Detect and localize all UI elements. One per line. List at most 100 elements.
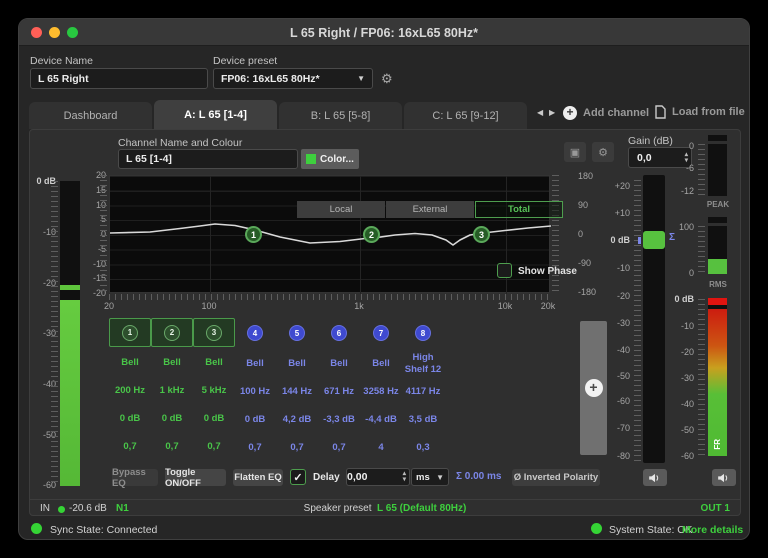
inverted-polarity-button[interactable]: Ø Inverted Polarity bbox=[512, 469, 600, 486]
eq-band-column-2[interactable]: 2 Bell 1 kHz 0 dB 0,7 bbox=[151, 318, 193, 460]
mode-total-button[interactable]: Total bbox=[475, 201, 563, 218]
channel-mute-button[interactable] bbox=[643, 469, 667, 486]
bypass-eq-button[interactable]: Bypass EQ bbox=[112, 469, 158, 486]
preset-gear-icon[interactable]: ⚙ bbox=[381, 71, 393, 87]
fader-sigma-label: Σ bbox=[669, 232, 675, 243]
eq-band-column-8[interactable]: 8 High Shelf 12 4117 Hz 3,5 dB 0,3 bbox=[400, 318, 446, 461]
band-frequency: 671 Hz bbox=[324, 377, 354, 405]
tab-channel-b[interactable]: B: L 65 [5-8] bbox=[279, 102, 402, 129]
out-tick: -20 bbox=[670, 347, 694, 357]
eq-marker-3[interactable]: 3 bbox=[473, 226, 490, 243]
footer-bar: Sync State: Connected System State: OK M… bbox=[19, 517, 749, 540]
input-meter-bar bbox=[60, 300, 80, 486]
add-band-button[interactable]: + bbox=[585, 379, 603, 397]
eq-band-column-4[interactable]: 4 Bell 100 Hz 0 dB 0,7 bbox=[234, 318, 276, 461]
more-details-link[interactable]: More details bbox=[682, 524, 743, 536]
graph-x-ruler bbox=[109, 294, 550, 300]
device-preset-label: Device preset bbox=[213, 55, 277, 67]
eq-marker-2[interactable]: 2 bbox=[363, 226, 380, 243]
rms-tick: 100 bbox=[670, 222, 694, 232]
delay-stepper-icons[interactable]: ▴▾ bbox=[400, 471, 409, 483]
band-gain: 0 dB bbox=[162, 404, 183, 432]
graph-x-tick: 100 bbox=[198, 301, 220, 311]
graph-left-ruler bbox=[100, 175, 107, 293]
tab-channel-a[interactable]: A: L 65 [1-4] bbox=[154, 100, 277, 130]
band-gain: 4,2 dB bbox=[283, 405, 312, 433]
band-q: 0,7 bbox=[165, 432, 178, 460]
load-from-file-button[interactable]: Load from file bbox=[655, 105, 745, 119]
title-bar: L 65 Right / FP06: 16xL65 80Hz* bbox=[19, 19, 749, 46]
left-meter-ruler bbox=[51, 181, 58, 486]
phase-tick: -180 bbox=[578, 287, 602, 297]
device-name-label: Device Name bbox=[30, 55, 93, 67]
output-fader-track[interactable] bbox=[643, 175, 665, 463]
add-band-track[interactable]: + bbox=[580, 321, 607, 455]
peak-label: PEAK bbox=[696, 200, 740, 209]
fader-tick: -10 bbox=[602, 263, 630, 273]
peak-tick: -12 bbox=[674, 186, 694, 196]
band-number: 1 bbox=[122, 325, 138, 341]
tab-scroll-right-icon[interactable]: ▶ bbox=[549, 108, 555, 117]
fader-tick: -20 bbox=[602, 291, 630, 301]
add-channel-button[interactable]: + Add channel bbox=[563, 106, 649, 120]
band-frequency: 3258 Hz bbox=[363, 377, 398, 405]
rms-cap bbox=[708, 217, 727, 223]
tab-dashboard[interactable]: Dashboard bbox=[29, 102, 152, 129]
delay-checkbox[interactable]: ✓ bbox=[290, 469, 306, 485]
rms-label: RMS bbox=[696, 280, 740, 289]
device-preset-value: FP06: 16xL65 80Hz* bbox=[221, 73, 320, 85]
peak-meter bbox=[708, 144, 727, 196]
gain-value: 0,0 bbox=[637, 152, 652, 164]
band-type: High Shelf 12 bbox=[400, 350, 446, 377]
output-fader-handle[interactable] bbox=[643, 231, 665, 249]
copy-icon: ▣ bbox=[570, 146, 580, 159]
channel-name-input[interactable] bbox=[118, 149, 298, 169]
band-frequency: 144 Hz bbox=[282, 377, 312, 405]
color-button[interactable]: Color... bbox=[301, 149, 359, 169]
band-q: 0,7 bbox=[290, 433, 303, 461]
band-q: 0,3 bbox=[416, 433, 429, 461]
fader-tick: +10 bbox=[602, 208, 630, 218]
delay-spinner[interactable]: 0,00 ▴▾ bbox=[346, 468, 410, 486]
tab-scroll-left-icon[interactable]: ◀ bbox=[537, 108, 543, 117]
eq-marker-1[interactable]: 1 bbox=[245, 226, 262, 243]
band-type: Bell bbox=[246, 350, 263, 377]
eq-band-column-3[interactable]: 3 Bell 5 kHz 0 dB 0,7 bbox=[193, 318, 235, 460]
mode-local-button[interactable]: Local bbox=[297, 201, 385, 218]
speaker-icon bbox=[648, 473, 662, 483]
window-title: L 65 Right / FP06: 16xL65 80Hz* bbox=[19, 26, 749, 40]
fader-tick: -30 bbox=[602, 318, 630, 328]
flatten-eq-button[interactable]: Flatten EQ bbox=[233, 469, 283, 486]
tab-channel-c[interactable]: C: L 65 [9-12] bbox=[404, 102, 527, 129]
copy-settings-button[interactable]: ▣ bbox=[564, 142, 586, 162]
show-phase-checkbox[interactable] bbox=[497, 263, 512, 278]
toggle-on-off-button[interactable]: Toggle ON/OFF bbox=[165, 469, 226, 486]
eq-band-column-7[interactable]: 7 Bell 3258 Hz -4,4 dB 4 bbox=[360, 318, 402, 461]
band-number: 8 bbox=[415, 325, 431, 341]
delay-unit-value: ms bbox=[416, 472, 430, 483]
band-number: 4 bbox=[247, 325, 263, 341]
band-q: 0,7 bbox=[332, 433, 345, 461]
app-window: L 65 Right / FP06: 16xL65 80Hz* Device N… bbox=[18, 18, 750, 540]
delay-label: Delay bbox=[313, 472, 340, 483]
output-mute-button[interactable] bbox=[712, 469, 736, 486]
channel-status-row: IN -20.6 dB N1 Speaker preset L 65 (Defa… bbox=[30, 499, 740, 516]
band-type: Bell bbox=[288, 350, 305, 377]
band-number: 3 bbox=[206, 325, 222, 341]
channel-settings-button[interactable]: ⚙ bbox=[592, 142, 614, 162]
eq-band-column-1[interactable]: 1 Bell 200 Hz 0 dB 0,7 bbox=[109, 318, 151, 460]
rms-ruler bbox=[698, 226, 705, 274]
device-preset-select[interactable]: FP06: 16xL65 80Hz* ▼ bbox=[213, 68, 373, 89]
eq-band-column-6[interactable]: 6 Bell 671 Hz -3,3 dB 0,7 bbox=[318, 318, 360, 461]
gain-stepper-icons[interactable]: ▴▾ bbox=[682, 152, 691, 164]
mode-external-button[interactable]: External bbox=[386, 201, 474, 218]
fader-ruler bbox=[634, 180, 641, 463]
delay-unit-select[interactable]: ms ▼ bbox=[411, 468, 449, 486]
band-frequency: 5 kHz bbox=[202, 376, 227, 404]
rms-tick: 0 bbox=[670, 268, 694, 278]
eq-band-column-5[interactable]: 5 Bell 144 Hz 4,2 dB 0,7 bbox=[276, 318, 318, 461]
band-gain: 0 dB bbox=[245, 405, 266, 433]
device-name-input[interactable] bbox=[30, 68, 208, 89]
band-type: Bell bbox=[121, 349, 138, 376]
band-q: 0,7 bbox=[123, 432, 136, 460]
